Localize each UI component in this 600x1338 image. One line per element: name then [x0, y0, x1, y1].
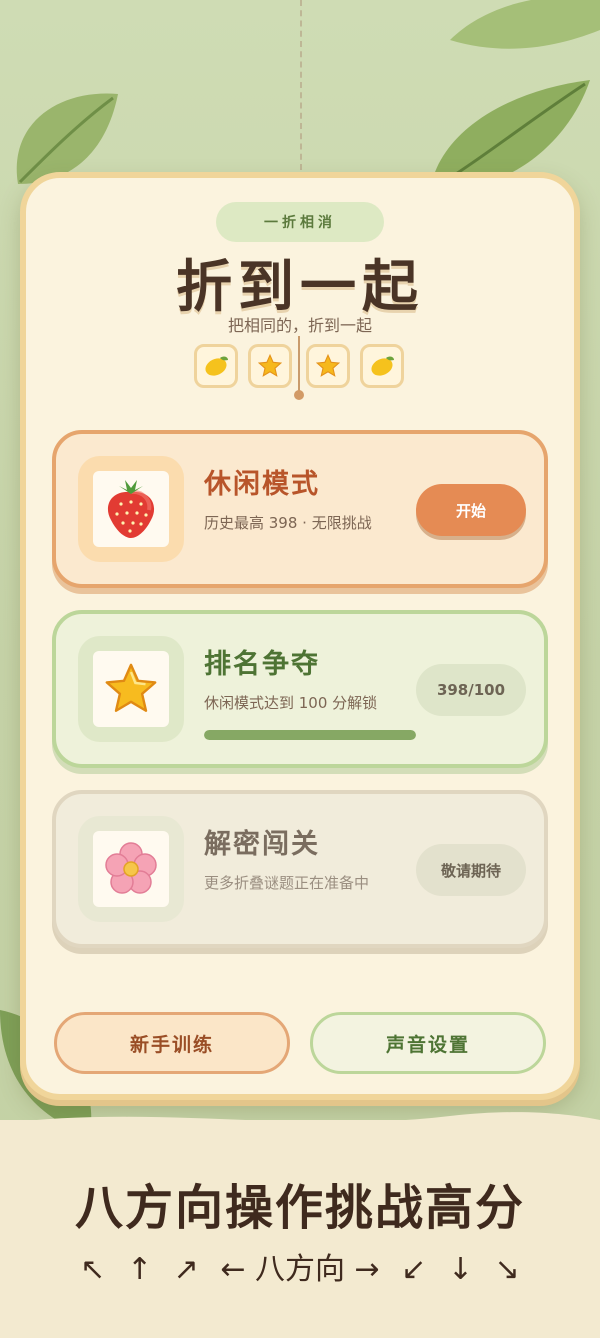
mode-icon-frame [78, 816, 184, 922]
flower-icon [105, 842, 157, 894]
fold-line [298, 336, 300, 396]
fold-preview [194, 344, 406, 392]
arrow-down-right-icon: ↘ [494, 1252, 520, 1287]
mode-name: 排名争夺 [204, 649, 320, 680]
mode-icon-frame [78, 456, 184, 562]
star-icon [105, 663, 157, 712]
progress-fill [204, 730, 416, 740]
arrow-up-icon: ↑ [126, 1252, 153, 1287]
game-title: 折到一起 [176, 255, 424, 320]
fold-line-top [300, 0, 302, 170]
mode-name: 解密闯关 [204, 829, 320, 860]
mode-icon-frame [78, 636, 184, 742]
strawberry-icon [107, 480, 155, 538]
tagline-badge: 一折相消 [216, 202, 384, 242]
game-subtitle: 把相同的，折到一起 [227, 316, 372, 335]
arrow-down-icon: ↓ [447, 1252, 474, 1287]
slogan: 八方向操作挑战高分 [74, 1180, 525, 1236]
score-status-badge: 398/100 [416, 664, 526, 716]
arrow-up-right-icon: ↗ [173, 1252, 199, 1287]
star-icon [257, 353, 283, 377]
arrow-down-left-icon: ↙ [401, 1252, 427, 1287]
sound-settings-button[interactable]: 声音设置 [310, 1012, 546, 1074]
lemon-icon [371, 356, 394, 376]
lemon-icon [205, 356, 228, 376]
tutorial-button[interactable]: 新手训练 [54, 1012, 290, 1074]
tile-star [248, 344, 292, 388]
mode-description: 历史最高 398 · 无限挑战 [204, 514, 372, 532]
arrow-up-left-icon: ↖ [80, 1252, 106, 1287]
star-icon [315, 353, 341, 377]
mode-card-puzzle[interactable]: 解密闯关 更多折叠谜题正在准备中 敬请期待 [52, 790, 548, 948]
start-button[interactable]: 开始 [416, 484, 526, 536]
tile-lemon [194, 344, 238, 388]
fold-marker [294, 390, 304, 400]
eight-direction-label: ← 八方向 → [220, 1252, 380, 1287]
mode-description: 休闲模式达到 100 分解锁 [204, 694, 378, 712]
mode-description: 更多折叠谜题正在准备中 [204, 874, 370, 892]
mode-card-casual[interactable]: 休闲模式 历史最高 398 · 无限挑战 开始 [52, 430, 548, 588]
mode-name: 休闲模式 [204, 469, 320, 500]
tile-lemon [360, 344, 404, 388]
mode-card-ranking[interactable]: 排名争夺 休闲模式达到 100 分解锁 398/100 [52, 610, 548, 768]
direction-hints: ↖ ↑ ↗ ← 八方向 → ↙ ↓ ↘ [0, 1244, 600, 1288]
leaf-decoration-top-corner [450, 0, 600, 49]
unlock-progress-bar [204, 730, 416, 740]
coming-soon-badge: 敬请期待 [416, 844, 526, 896]
tile-star [306, 344, 350, 388]
